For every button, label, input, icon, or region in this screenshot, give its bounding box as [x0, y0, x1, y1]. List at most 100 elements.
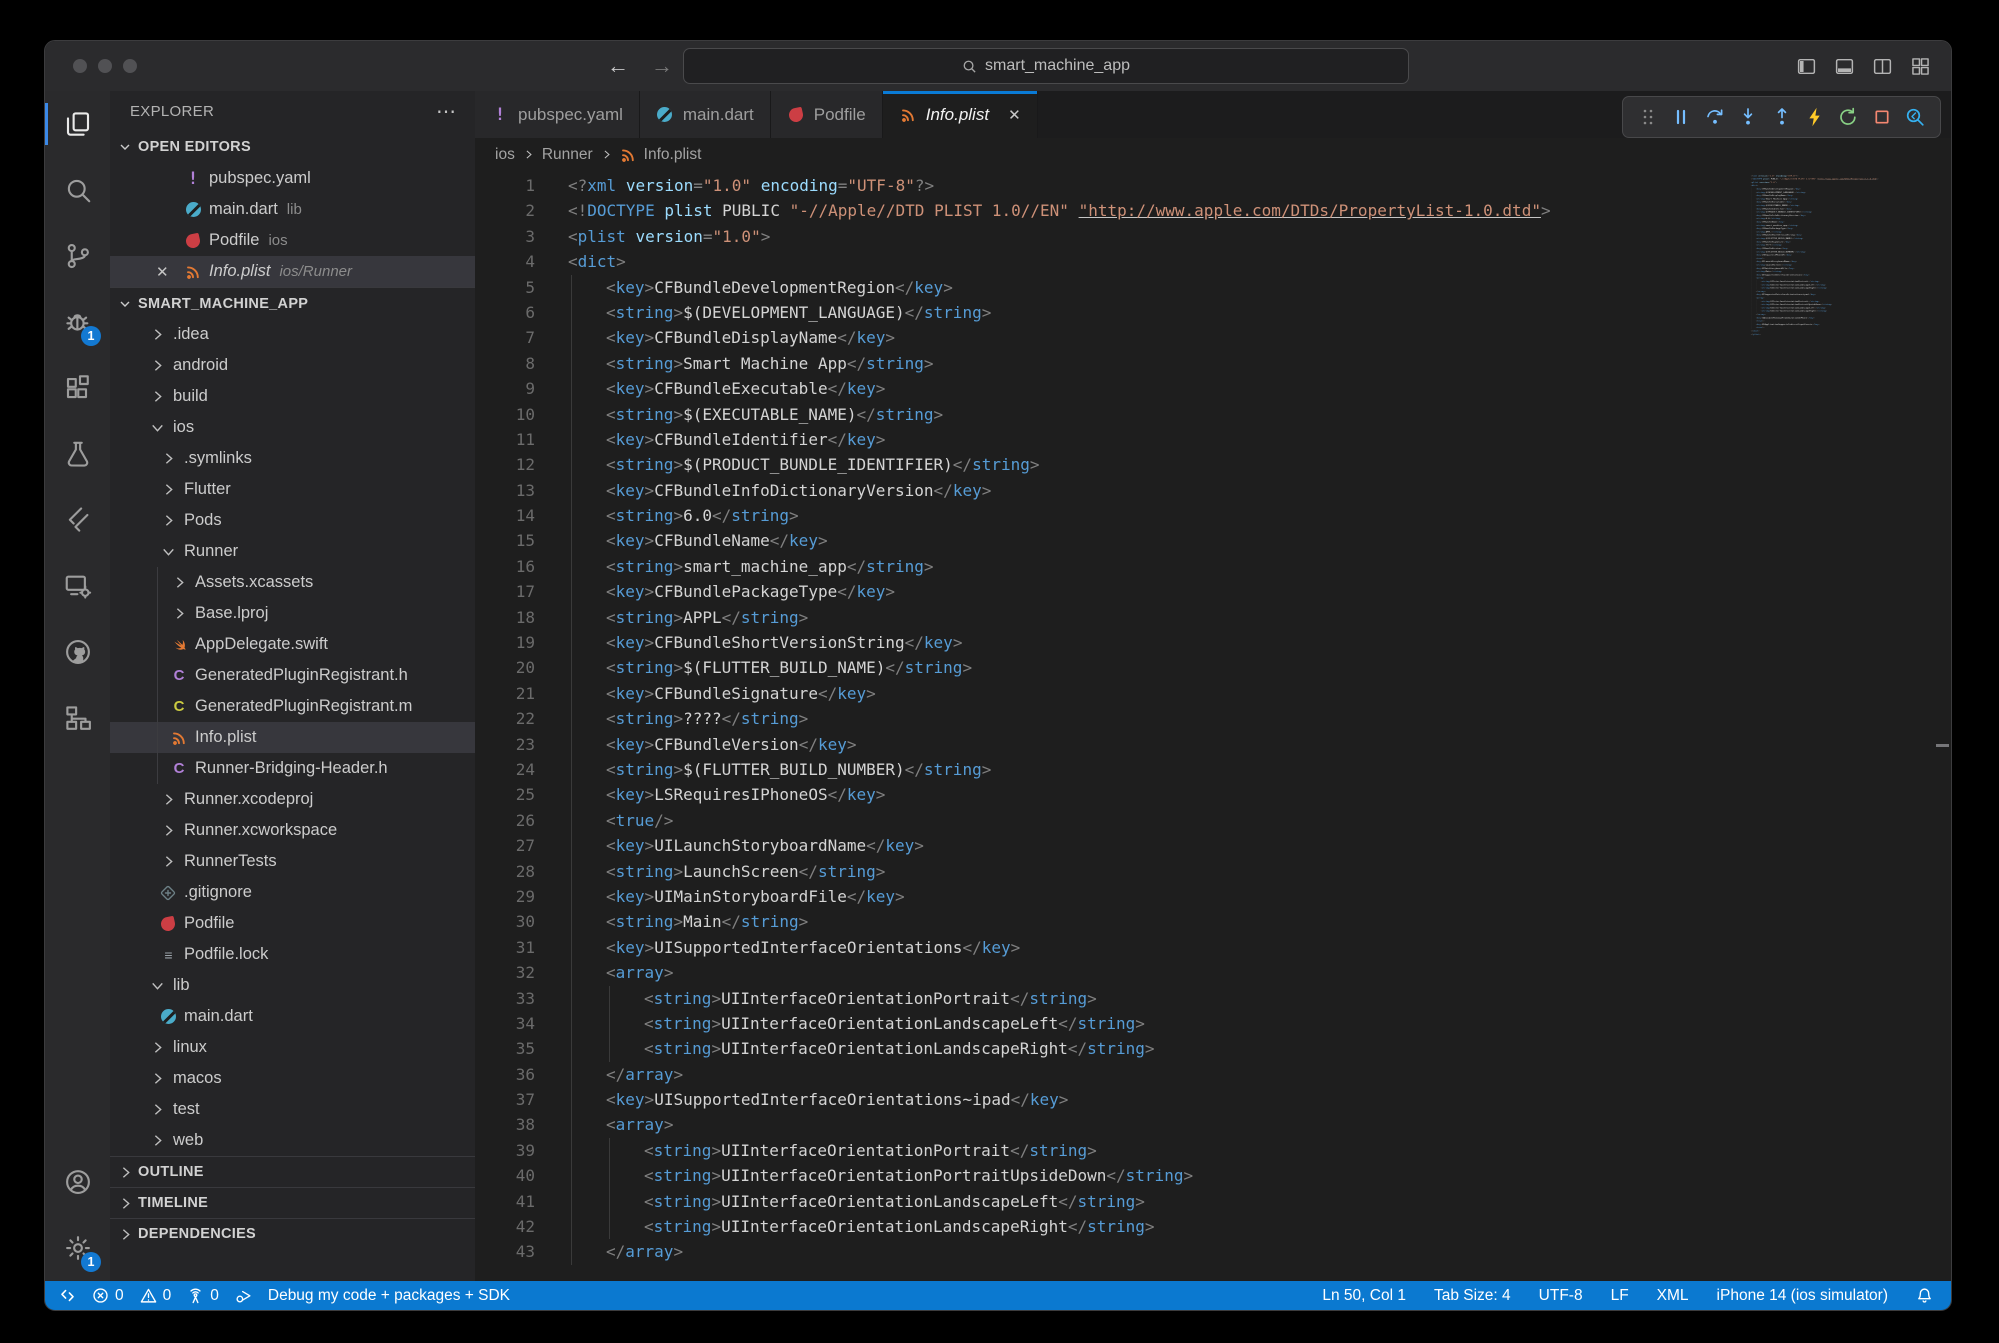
close-tab-icon[interactable]: ✕ — [1008, 106, 1021, 124]
activity-item-source-control[interactable] — [45, 223, 110, 289]
open-editor-item[interactable]: main.dartlib — [110, 194, 475, 225]
tree-item[interactable]: Base.lproj — [110, 598, 475, 629]
breadcrumb-item[interactable]: ios — [495, 146, 515, 164]
activity-item-run-debug[interactable]: 1 — [45, 289, 110, 355]
status-item[interactable]: Debug my code + packages + SDK — [268, 1287, 510, 1305]
activity-item-remote-gear[interactable] — [45, 553, 110, 619]
status-item[interactable] — [235, 1287, 252, 1304]
tree-item[interactable]: lib — [110, 970, 475, 1001]
activity-item-explorer[interactable] — [45, 91, 110, 157]
status-item[interactable]: XML — [1657, 1287, 1689, 1305]
tree-item-label: Assets.xcassets — [195, 573, 313, 592]
tree-item[interactable]: Info.plist — [110, 722, 475, 753]
section-header-dependencies[interactable]: DEPENDENCIES — [110, 1218, 475, 1249]
grip-icon[interactable] — [1635, 104, 1661, 130]
customize-layout-icon[interactable] — [1910, 56, 1931, 77]
tree-item[interactable]: ≡Podfile.lock — [110, 939, 475, 970]
status-item[interactable]: iPhone 14 (ios simulator) — [1717, 1287, 1888, 1305]
tree-item[interactable]: web — [110, 1125, 475, 1156]
tab-Info.plist[interactable]: Info.plist✕ — [883, 91, 1038, 138]
tree-item[interactable]: test — [110, 1094, 475, 1125]
status-item[interactable]: 0 — [187, 1287, 219, 1305]
tree-item[interactable]: Assets.xcassets — [110, 567, 475, 598]
toggle-panel-icon[interactable] — [1834, 56, 1855, 77]
activity-item-github[interactable] — [45, 619, 110, 685]
tree-item[interactable]: RunnerTests — [110, 846, 475, 877]
section-header-timeline[interactable]: TIMELINE — [110, 1187, 475, 1218]
activity-item-testing[interactable] — [45, 421, 110, 487]
minimize-window-button[interactable] — [98, 59, 112, 73]
status-item[interactable] — [1916, 1287, 1933, 1304]
split-editor-icon[interactable] — [1872, 56, 1893, 77]
history-back-icon[interactable]: ← — [607, 55, 629, 77]
command-center-search[interactable]: smart_machine_app — [683, 48, 1409, 84]
tree-item[interactable]: .idea — [110, 319, 475, 350]
status-item[interactable]: 0 — [92, 1287, 124, 1305]
tree-item[interactable]: Podfile — [110, 908, 475, 939]
inspector-icon[interactable] — [1902, 104, 1928, 130]
status-item[interactable] — [59, 1287, 76, 1304]
tree-item[interactable]: linux — [110, 1032, 475, 1063]
project-section-header[interactable]: SMART_MACHINE_APP — [110, 287, 475, 319]
code-editor[interactable]: 1<?xml version="1.0" encoding="UTF-8"?>2… — [475, 171, 1951, 1281]
history-forward-icon[interactable]: → — [651, 55, 673, 77]
pause-icon[interactable] — [1668, 104, 1694, 130]
tree-item[interactable]: Flutter — [110, 474, 475, 505]
status-item[interactable]: 0 — [140, 1287, 172, 1305]
status-item[interactable]: Tab Size: 4 — [1434, 1287, 1511, 1305]
breadcrumb[interactable]: ios Runner Info.plist — [475, 138, 1951, 171]
chevron-right-icon — [116, 1226, 134, 1243]
tree-item[interactable]: Pods — [110, 505, 475, 536]
tree-item[interactable]: CGeneratedPluginRegistrant.h — [110, 660, 475, 691]
step-into-icon[interactable] — [1735, 104, 1761, 130]
minimap[interactable]: <?xml version="1.0" encoding="UTF-8"?><!… — [1750, 174, 1935, 349]
podfile-icon — [787, 106, 805, 124]
toggle-sidebar-icon[interactable] — [1796, 56, 1817, 77]
activity-item-extensions[interactable] — [45, 355, 110, 421]
hot-reload-icon[interactable] — [1802, 104, 1828, 130]
tree-item[interactable]: .gitignore — [110, 877, 475, 908]
search-icon — [63, 175, 93, 205]
code-line: 16<string>smart_machine_app</string> — [475, 554, 1951, 579]
step-out-icon[interactable] — [1769, 104, 1795, 130]
open-editors-header[interactable]: OPEN EDITORS — [110, 131, 475, 163]
activity-item-search[interactable] — [45, 157, 110, 223]
activity-item-references[interactable] — [45, 685, 110, 751]
activity-item-settings[interactable]: 1 — [45, 1215, 110, 1281]
section-header-outline[interactable]: OUTLINE — [110, 1156, 475, 1187]
tree-item[interactable]: AppDelegate.swift — [110, 629, 475, 660]
tree-item[interactable]: build — [110, 381, 475, 412]
restart-icon[interactable] — [1835, 104, 1861, 130]
breadcrumb-file[interactable]: Info.plist — [644, 146, 702, 164]
activity-item-accounts[interactable] — [45, 1149, 110, 1215]
open-editor-item[interactable]: !pubspec.yaml — [110, 163, 475, 194]
breadcrumb-item[interactable]: Runner — [542, 146, 593, 164]
zoom-window-button[interactable] — [123, 59, 137, 73]
step-over-icon[interactable] — [1702, 104, 1728, 130]
tree-item[interactable]: Runner.xcodeproj — [110, 784, 475, 815]
tree-item[interactable]: Runner.xcworkspace — [110, 815, 475, 846]
status-item[interactable]: UTF-8 — [1539, 1287, 1583, 1305]
tree-item[interactable]: android — [110, 350, 475, 381]
activity-item-flutter[interactable] — [45, 487, 110, 553]
tab-main.dart[interactable]: main.dart — [640, 91, 771, 138]
tab-pubspec.yaml[interactable]: !pubspec.yaml — [475, 91, 640, 138]
open-editor-item[interactable]: Podfileios — [110, 225, 475, 256]
tree-item[interactable]: Runner — [110, 536, 475, 567]
more-actions-icon[interactable]: ⋯ — [436, 99, 457, 124]
close-icon[interactable]: ✕ — [156, 263, 169, 281]
tree-item[interactable]: CGeneratedPluginRegistrant.m — [110, 691, 475, 722]
tree-item[interactable]: main.dart — [110, 1001, 475, 1032]
tree-item[interactable]: macos — [110, 1063, 475, 1094]
open-editor-item[interactable]: ✕Info.plistios/Runner — [110, 256, 475, 287]
tree-item[interactable]: ios — [110, 412, 475, 443]
close-window-button[interactable] — [73, 59, 87, 73]
code-text: <key>CFBundleSignature</key> — [568, 681, 876, 706]
status-item[interactable]: Ln 50, Col 1 — [1322, 1287, 1406, 1305]
stop-icon[interactable] — [1869, 104, 1895, 130]
tree-item[interactable]: .symlinks — [110, 443, 475, 474]
line-number: 32 — [475, 960, 535, 985]
status-item[interactable]: LF — [1611, 1287, 1629, 1305]
tree-item[interactable]: CRunner-Bridging-Header.h — [110, 753, 475, 784]
tab-Podfile[interactable]: Podfile — [771, 91, 883, 138]
